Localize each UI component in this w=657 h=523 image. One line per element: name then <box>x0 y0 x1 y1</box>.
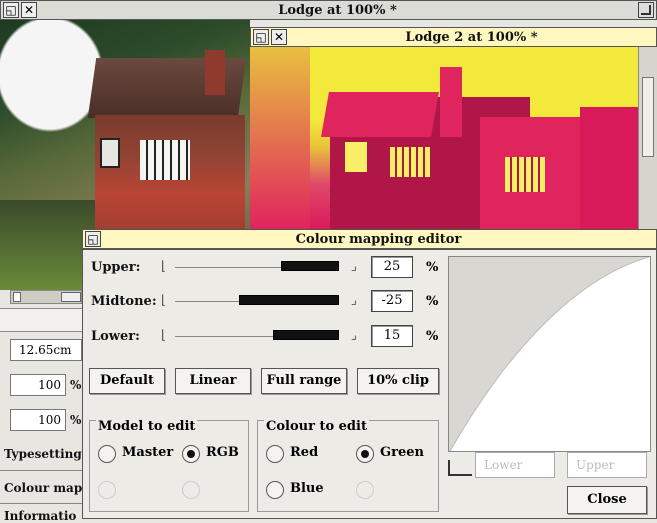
master-radio[interactable] <box>98 445 116 463</box>
mapping-curve-graph[interactable] <box>448 256 651 452</box>
lodge2-vertical-scrollbar[interactable] <box>638 47 657 229</box>
lower-percent: % <box>426 329 439 344</box>
back-icon[interactable]: ◱ <box>3 2 19 18</box>
midtone-label: Midtone: <box>91 294 157 309</box>
midtone-slider[interactable]: ⌊ ⌟ <box>153 291 363 311</box>
panel-item-typesetting[interactable]: Typesetting <box>4 447 82 461</box>
upper-value-field[interactable]: 25 <box>371 256 413 278</box>
lower-value-field[interactable]: 15 <box>371 325 413 347</box>
upper-slider[interactable]: ⌊ ⌟ <box>153 257 363 277</box>
width-field[interactable]: 12.65cm <box>10 339 82 361</box>
lower-slider-thumb[interactable] <box>273 330 339 340</box>
blue-radio[interactable] <box>266 481 284 499</box>
scroll-thumb[interactable] <box>642 77 654 157</box>
colour-mapping-editor: Upper: ⌊ ⌟ 25 % Midtone: ⌊ ⌟ -25 % Lower… <box>82 249 657 519</box>
ten-percent-clip-button[interactable]: 10% clip <box>357 368 439 394</box>
back-icon[interactable]: ◱ <box>253 29 269 45</box>
lodge2-window-title: Lodge 2 at 100% * <box>405 29 538 45</box>
disabled-radio <box>98 481 116 499</box>
green-radio-label[interactable]: Green <box>380 445 424 460</box>
scale-x-unit: % <box>70 378 82 392</box>
mapping-curve <box>449 257 650 451</box>
upper-graph-field[interactable]: Upper <box>567 452 647 478</box>
toggle-size-icon[interactable] <box>638 2 654 18</box>
disabled-radio <box>182 481 200 499</box>
default-button[interactable]: Default <box>89 368 165 394</box>
lodge2-window-titlebar[interactable]: ◱ ✕ Lodge 2 at 100% * <box>250 27 657 47</box>
back-icon[interactable]: ◱ <box>85 231 101 247</box>
scale-x-field[interactable]: 100 <box>10 374 66 396</box>
panel-item-colour-map[interactable]: Colour map <box>4 481 82 495</box>
close-icon[interactable]: ✕ <box>271 29 287 45</box>
colour-to-edit-group: Colour to edit Red Green Blue <box>257 419 439 512</box>
upper-label: Upper: <box>91 260 141 275</box>
lower-graph-field[interactable]: Lower <box>475 452 555 478</box>
colour-mapping-titlebar[interactable]: ◱ Colour mapping editor <box>82 229 657 249</box>
lower-marker[interactable] <box>448 460 472 476</box>
red-radio-label[interactable]: Red <box>290 445 318 460</box>
divider <box>0 503 82 504</box>
close-button[interactable]: Close <box>567 486 647 514</box>
panel-item-information[interactable]: Informatio <box>4 509 76 523</box>
divider <box>0 470 82 471</box>
scroll-left-icon[interactable] <box>13 292 21 302</box>
master-radio-label[interactable]: Master <box>122 445 173 460</box>
model-group-title: Model to edit <box>96 419 198 434</box>
midtone-slider-thumb[interactable] <box>239 295 339 305</box>
close-icon[interactable]: ✕ <box>21 2 37 18</box>
linear-button[interactable]: Linear <box>175 368 251 394</box>
lower-label: Lower: <box>91 329 140 344</box>
scale-y-field[interactable]: 100 <box>10 409 66 431</box>
full-range-button[interactable]: Full range <box>261 368 347 394</box>
upper-slider-thumb[interactable] <box>281 261 339 271</box>
horizontal-scrollbar[interactable] <box>10 290 82 304</box>
rgb-radio-label[interactable]: RGB <box>206 445 239 460</box>
lodge-window-title: Lodge at 100% * <box>278 2 397 18</box>
colour-group-title: Colour to edit <box>264 419 369 434</box>
model-to-edit-group: Model to edit Master RGB <box>89 419 249 512</box>
red-radio[interactable] <box>266 445 284 463</box>
midtone-value-field[interactable]: -25 <box>371 290 413 312</box>
upper-percent: % <box>426 260 439 275</box>
panel-row <box>0 308 82 332</box>
scale-y-unit: % <box>70 413 82 427</box>
green-radio[interactable] <box>356 445 374 463</box>
blue-radio-label[interactable]: Blue <box>290 481 324 496</box>
lodge2-photo <box>250 47 638 229</box>
disabled-radio <box>356 481 374 499</box>
lower-slider[interactable]: ⌊ ⌟ <box>153 326 363 346</box>
rgb-radio[interactable] <box>182 445 200 463</box>
dialog-title: Colour mapping editor <box>295 231 462 247</box>
scroll-thumb[interactable] <box>61 292 81 302</box>
midtone-percent: % <box>426 294 439 309</box>
lodge-window-titlebar[interactable]: ◱ ✕ Lodge at 100% * <box>0 0 657 20</box>
